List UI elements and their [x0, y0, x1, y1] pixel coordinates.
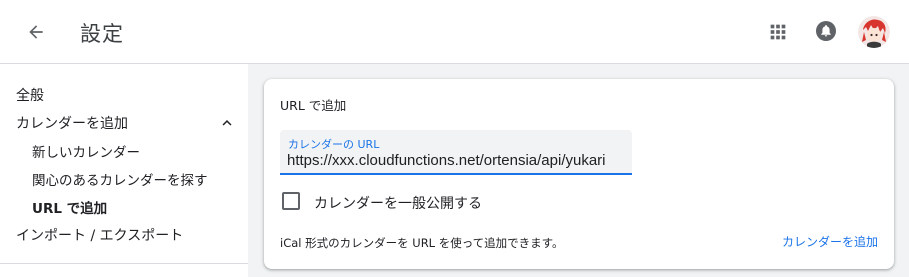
bell-icon — [816, 21, 836, 41]
helper-text: iCal 形式のカレンダーを URL を使って追加できます。 — [280, 236, 564, 250]
page-title: 設定 — [80, 22, 124, 46]
calendar-url-input[interactable] — [287, 149, 623, 171]
apps-button[interactable] — [767, 21, 789, 43]
chevron-up-icon — [222, 120, 232, 126]
sidebar-item-from-url[interactable]: URL で追加 — [32, 197, 107, 217]
sidebar-item-browse-calendars[interactable]: 関心のあるカレンダーを探す — [32, 169, 208, 189]
add-by-url-card: URL で追加 カレンダーの URL カレンダーを一般公開する iCal 形式の… — [264, 79, 894, 269]
sidebar-item-general[interactable]: 全般 — [16, 85, 44, 105]
card-title: URL で追加 — [280, 98, 347, 113]
sidebar-item-new-calendar[interactable]: 新しいカレンダー — [32, 141, 140, 161]
add-calendar-button[interactable]: カレンダーを追加 — [776, 229, 884, 255]
back-button[interactable] — [22, 18, 50, 46]
public-checkbox[interactable] — [282, 192, 300, 210]
sidebar-item-add-calendar[interactable]: カレンダーを追加 — [16, 113, 128, 133]
public-checkbox-label[interactable]: カレンダーを一般公開する — [314, 193, 482, 213]
arrow-back-icon — [29, 25, 43, 39]
sidebar-item-import-export[interactable]: インポート / エクスポート — [16, 225, 183, 245]
apps-grid-icon — [770, 24, 786, 40]
sidebar-divider — [0, 263, 248, 264]
collapse-button[interactable] — [218, 114, 236, 132]
top-bar: 設定 — [0, 0, 909, 64]
calendar-url-field[interactable]: カレンダーの URL — [280, 130, 632, 175]
settings-sidebar: 全般 カレンダーを追加 新しいカレンダー 関心のあるカレンダーを探す URL で… — [0, 64, 248, 277]
user-avatar-icon — [858, 16, 890, 48]
notifications-button[interactable] — [814, 19, 838, 43]
avatar[interactable] — [858, 16, 890, 48]
